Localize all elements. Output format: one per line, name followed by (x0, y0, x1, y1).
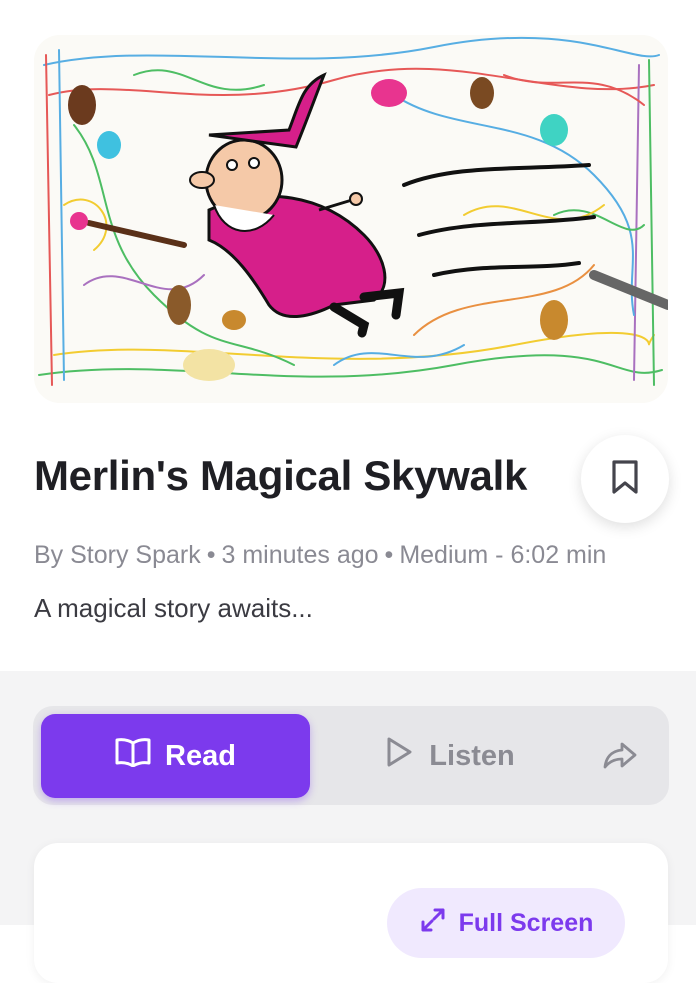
play-icon (385, 736, 413, 776)
read-mode-label: Read (165, 739, 236, 772)
expand-icon (419, 906, 447, 941)
share-icon (602, 740, 638, 775)
bookmark-icon (609, 459, 641, 500)
story-length: Medium - 6:02 min (399, 541, 607, 569)
fullscreen-button[interactable]: Full Screen (387, 888, 625, 958)
separator-dot: • (384, 541, 394, 569)
bookmark-button[interactable] (581, 435, 669, 523)
story-title: Merlin's Magical Skywalk (34, 452, 528, 499)
story-description: A magical story awaits... (34, 593, 313, 623)
story-author[interactable]: By Story Spark (34, 541, 201, 569)
open-book-icon (115, 737, 151, 775)
listen-mode-button[interactable]: Listen (340, 714, 560, 798)
story-posted-time: 3 minutes ago (221, 541, 379, 569)
listen-mode-label: Listen (429, 739, 515, 772)
story-meta: By Story Spark • 3 minutes ago • Medium - 6:… (34, 541, 606, 570)
read-mode-button[interactable]: Read (41, 714, 310, 798)
share-button[interactable] (592, 730, 648, 784)
fullscreen-label: Full Screen (458, 908, 594, 937)
story-cover-image (34, 35, 668, 403)
separator-dot: • (206, 541, 216, 569)
